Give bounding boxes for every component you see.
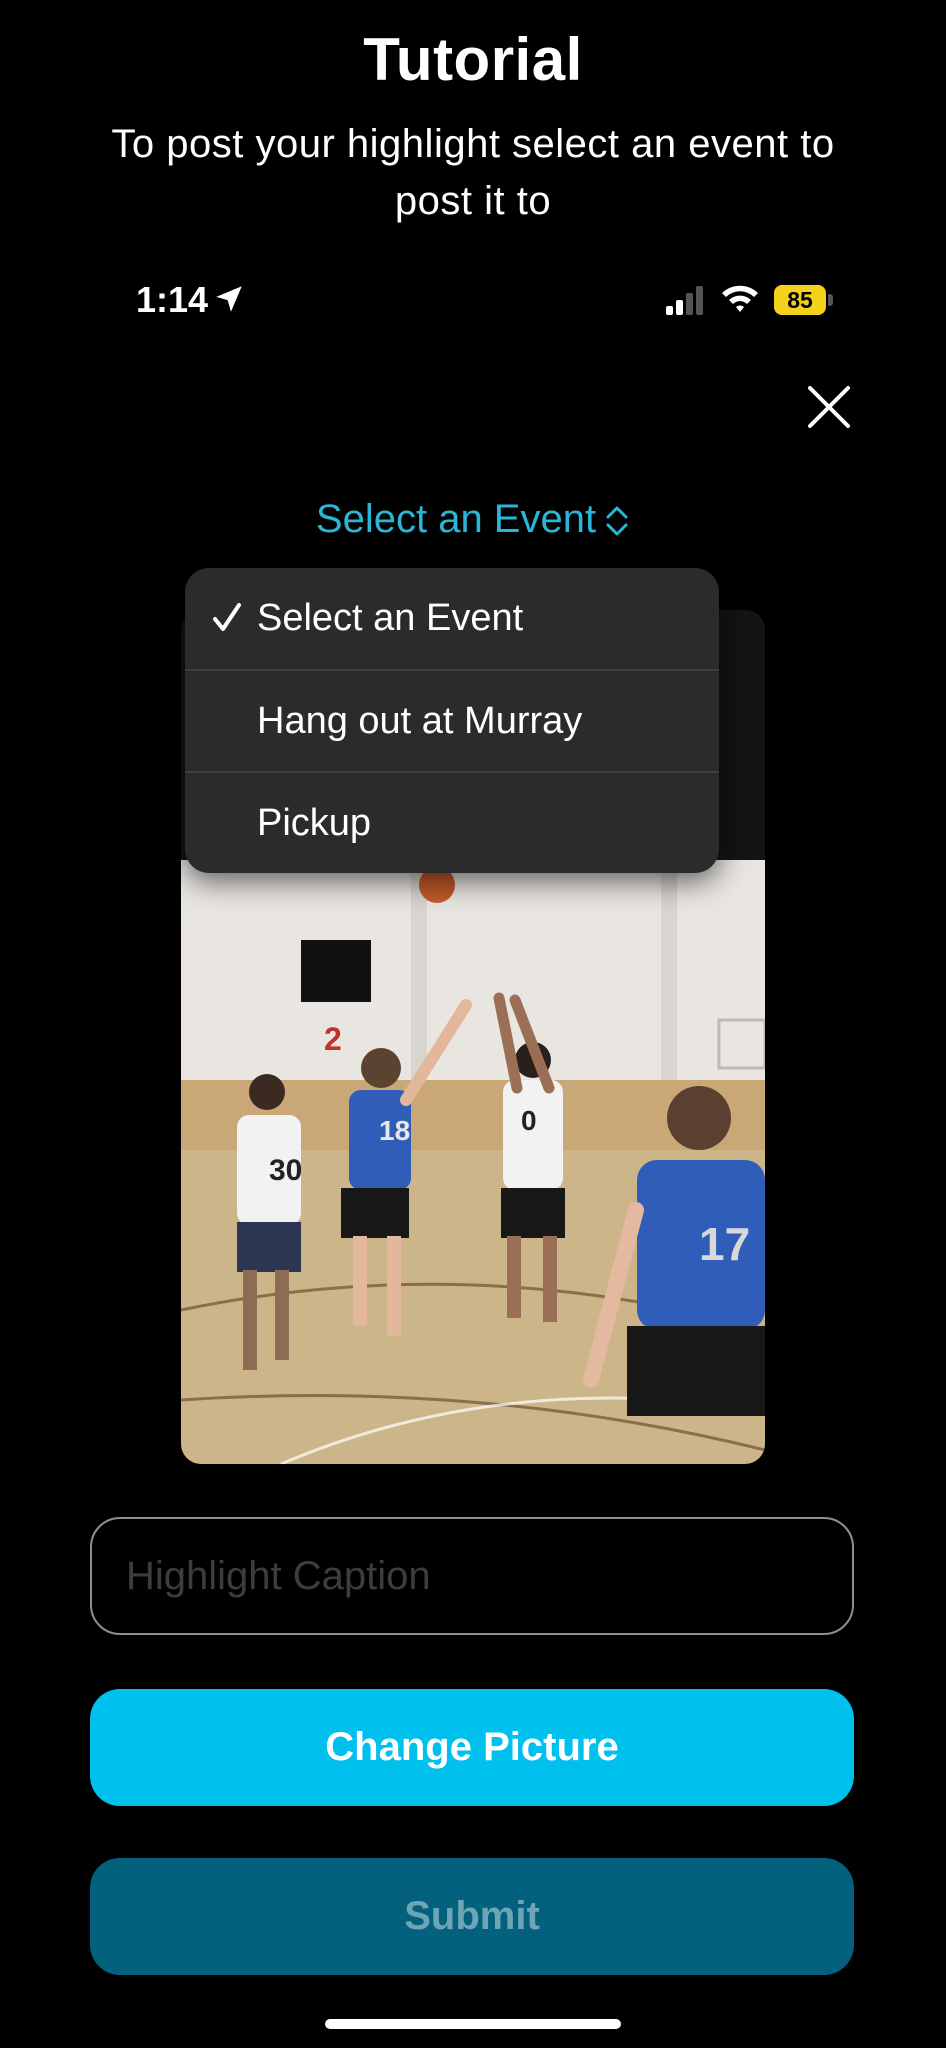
event-option-select-an-event[interactable]: Select an Event <box>185 568 719 669</box>
close-icon[interactable] <box>800 378 858 436</box>
tutorial-title: Tutorial <box>363 26 583 93</box>
jersey-number-17: 17 <box>699 1218 750 1270</box>
event-option-pickup[interactable]: Pickup <box>185 773 719 873</box>
event-option-label: Pickup <box>257 802 372 844</box>
event-select-label: Select an Event <box>315 497 597 541</box>
signal-icon <box>666 286 703 315</box>
event-option-label: Select an Event <box>257 597 524 639</box>
status-time: 1:14 <box>136 279 209 320</box>
jersey-number-18: 18 <box>379 1115 410 1146</box>
chevron-up-down-icon <box>606 506 628 536</box>
wifi-icon <box>722 285 758 312</box>
home-indicator[interactable] <box>325 2019 621 2029</box>
battery-tip <box>828 294 833 306</box>
tutorial-description: To post your highlight select an event t… <box>111 122 835 223</box>
event-option-hang-out-at-murray[interactable]: Hang out at Murray <box>185 671 719 772</box>
battery-icon: 85 <box>774 285 834 315</box>
jersey-number-30: 30 <box>269 1154 302 1187</box>
event-option-label: Hang out at Murray <box>257 700 583 742</box>
change-picture-button[interactable]: Change Picture <box>90 1689 854 1806</box>
event-select-button[interactable]: Select an Event <box>0 492 946 546</box>
submit-button[interactable]: Submit <box>90 1858 854 1975</box>
checkmark-icon <box>213 603 241 631</box>
event-dropdown-menu: Select an Event Hang out at Murray Picku… <box>185 568 719 873</box>
battery-level: 85 <box>774 285 826 315</box>
location-arrow-icon <box>216 286 242 312</box>
highlight-caption-input[interactable] <box>90 1517 854 1635</box>
scoreboard-number: 2 <box>324 1021 342 1057</box>
jersey-number-0: 0 <box>521 1105 537 1136</box>
